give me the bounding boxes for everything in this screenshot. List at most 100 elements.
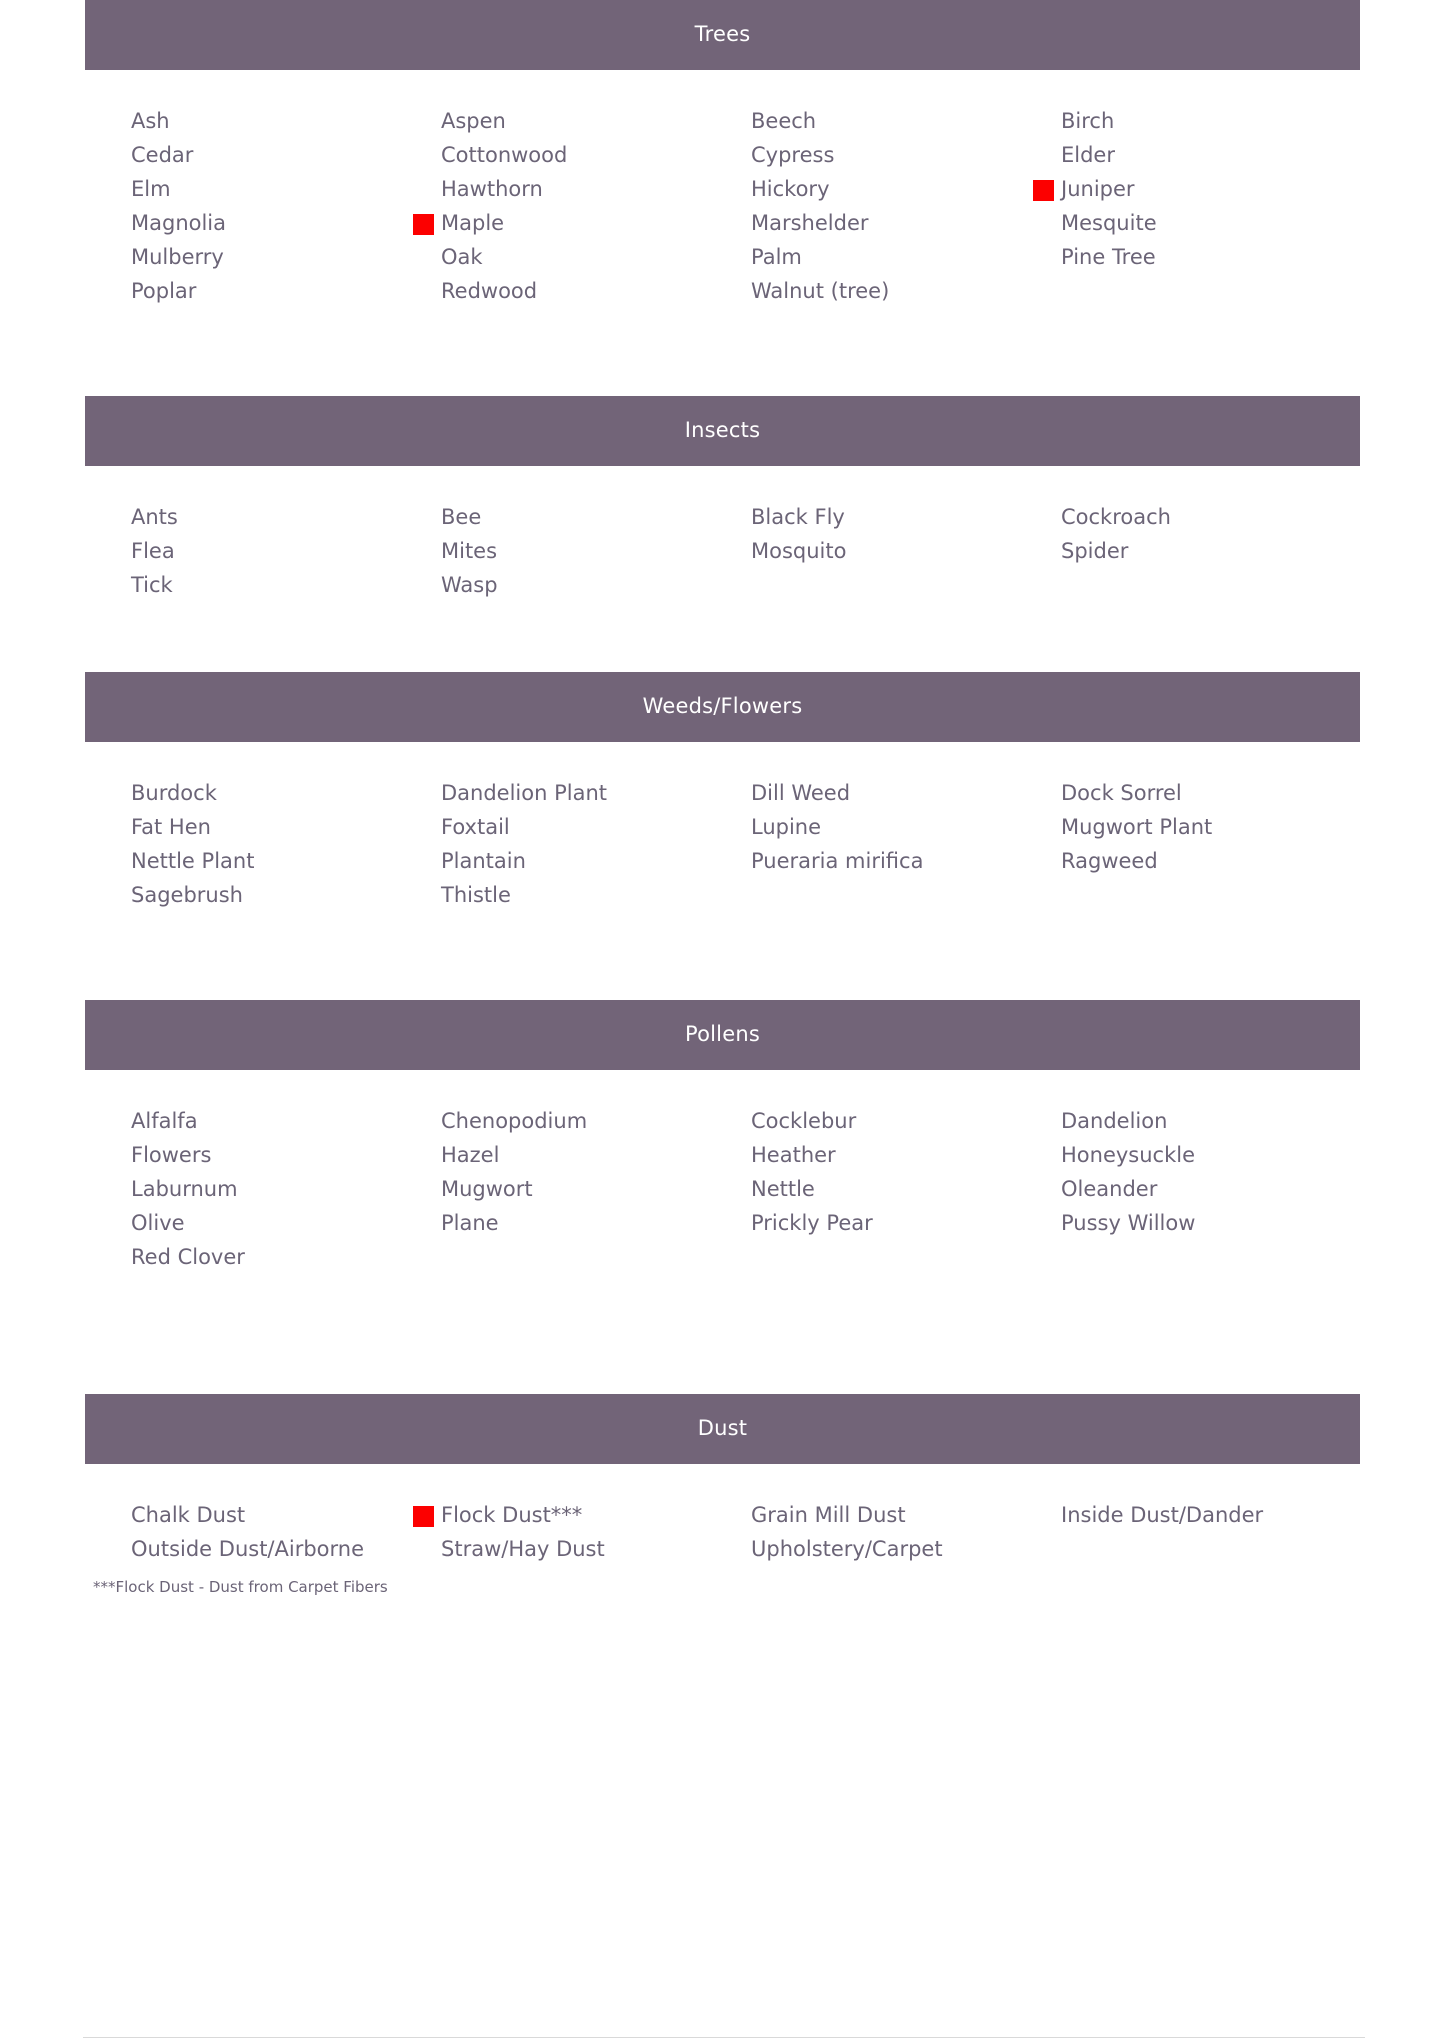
allergen-label: Pueraria mirifica [751,849,924,874]
allergen-item[interactable]: Dock Sorrel [1061,776,1371,810]
allergen-item[interactable]: Hazel [441,1138,751,1172]
allergen-item[interactable]: Honeysuckle [1061,1138,1371,1172]
allergen-item[interactable]: Elm [131,172,441,206]
allergen-column: Birch Elder Juniper Mesquite Pine Tree [1033,104,1371,274]
section-header: Weeds/Flowers [85,672,1360,743]
allergen-label: Olive [131,1211,185,1236]
allergen-item[interactable]: Poplar [131,274,441,308]
selected-marker-icon [1033,180,1054,202]
allergen-item[interactable]: Nettle [751,1172,1061,1206]
allergen-item[interactable]: Bee [441,500,751,534]
allergen-label: Lupine [751,815,822,840]
allergen-item[interactable]: Foxtail [441,810,751,844]
allergen-label: Walnut (tree) [751,279,890,304]
allergen-item[interactable]: Ants [131,500,441,534]
allergen-label: Laburnum [131,1177,238,1202]
allergen-item[interactable]: Upholstery/Carpet [751,1532,1061,1566]
allergen-label: Outside Dust/Airborne [131,1537,365,1562]
allergen-item[interactable]: Magnolia [131,206,441,240]
allergen-item[interactable]: Palm [751,240,1061,274]
allergen-item[interactable]: Grain Mill Dust [751,1498,1061,1532]
allergen-item[interactable]: Prickly Pear [751,1206,1061,1240]
allergen-label: Plantain [441,849,526,874]
allergen-item[interactable]: Straw/Hay Dust [441,1532,751,1566]
allergen-label: Pussy Willow [1061,1211,1196,1236]
allergen-item[interactable]: Juniper [1033,172,1371,206]
allergen-item[interactable]: Black Fly [751,500,1061,534]
allergen-item[interactable]: Dandelion Plant [441,776,751,810]
allergen-label: Heather [751,1143,836,1168]
allergen-item[interactable]: Flowers [131,1138,441,1172]
allergen-item[interactable]: Plane [441,1206,751,1240]
allergen-label: Ragweed [1061,849,1158,874]
allergen-item[interactable]: Elder [1061,138,1371,172]
allergen-item[interactable]: Redwood [441,274,751,308]
allergen-item[interactable]: Pine Tree [1061,240,1371,274]
allergen-item[interactable]: Burdock [131,776,441,810]
allergen-item[interactable]: Walnut (tree) [751,274,1061,308]
allergen-item[interactable]: Nettle Plant [131,844,441,878]
allergen-item[interactable]: Oak [441,240,751,274]
allergen-column: Dandelion Plant Foxtail Plantain Thistle [441,776,751,912]
allergen-item[interactable]: Mugwort [441,1172,751,1206]
allergen-item[interactable]: Chenopodium [441,1104,751,1138]
allergen-item[interactable]: Cocklebur [751,1104,1061,1138]
allergen-item[interactable]: Hawthorn [441,172,751,206]
allergen-item[interactable]: Red Clover [131,1240,441,1274]
allergen-item[interactable]: Ash [131,104,441,138]
allergen-label: Mosquito [751,539,847,564]
allergen-item[interactable]: Tick [131,568,441,602]
allergen-item[interactable]: Flock Dust*** [413,1498,751,1532]
allergen-label: Wasp [441,573,498,598]
allergen-item[interactable]: Wasp [441,568,751,602]
allergen-item[interactable]: Inside Dust/Dander [1061,1498,1371,1532]
allergen-label: Redwood [441,279,538,304]
allergen-item[interactable]: Cottonwood [441,138,751,172]
allergen-item[interactable]: Mulberry [131,240,441,274]
allergen-item[interactable]: Thistle [441,878,751,912]
allergen-label: Cedar [131,143,194,168]
allergen-item[interactable]: Mites [441,534,751,568]
allergen-item[interactable]: Ragweed [1061,844,1371,878]
allergen-label: Ash [131,109,170,134]
allergen-item[interactable]: Oleander [1061,1172,1371,1206]
allergen-item[interactable]: Pueraria mirifica [751,844,1061,878]
allergen-item[interactable]: Pussy Willow [1061,1206,1371,1240]
allergen-item[interactable]: Mesquite [1061,206,1371,240]
allergen-label: Mesquite [1061,211,1157,236]
allergen-item[interactable]: Mugwort Plant [1061,810,1371,844]
allergen-item[interactable]: Laburnum [131,1172,441,1206]
allergen-item[interactable]: Dandelion [1061,1104,1371,1138]
allergen-item[interactable]: Beech [751,104,1061,138]
allergen-label: Flock Dust*** [441,1503,583,1528]
allergen-item[interactable]: Plantain [441,844,751,878]
allergen-item[interactable]: Sagebrush [131,878,441,912]
allergen-item[interactable]: Outside Dust/Airborne [131,1532,441,1566]
allergen-item[interactable]: Alfalfa [131,1104,441,1138]
allergen-item[interactable]: Hickory [751,172,1061,206]
allergen-label: Magnolia [131,211,227,236]
allergen-item[interactable]: Cypress [751,138,1061,172]
allergen-item[interactable]: Fat Hen [131,810,441,844]
allergen-label: Nettle Plant [131,849,255,874]
section-header: Pollens [85,1000,1360,1071]
allergen-item[interactable]: Lupine [751,810,1061,844]
allergen-item[interactable]: Spider [1061,534,1371,568]
allergen-item[interactable]: Dill Weed [751,776,1061,810]
allergen-item[interactable]: Flea [131,534,441,568]
allergen-item[interactable]: Chalk Dust [131,1498,441,1532]
allergen-item[interactable]: Marshelder [751,206,1061,240]
allergen-item[interactable]: Aspen [441,104,751,138]
allergen-item[interactable]: Birch [1061,104,1371,138]
allergen-item[interactable]: Heather [751,1138,1061,1172]
allergen-label: Elder [1061,143,1115,168]
allergen-label: Juniper [1061,177,1135,202]
allergen-column: Cocklebur Heather Nettle Prickly Pear [751,1104,1061,1240]
allergen-item[interactable]: Mosquito [751,534,1061,568]
allergen-item[interactable]: Cockroach [1061,500,1371,534]
allergen-item[interactable]: Cedar [131,138,441,172]
allergen-item[interactable]: Olive [131,1206,441,1240]
section-weeds-flowers: Weeds/Flowers Burdock Fat Hen Nettle Plant S… [85,672,1360,912]
allergen-item[interactable]: Maple [413,206,751,240]
allergen-label: Maple [441,211,505,236]
